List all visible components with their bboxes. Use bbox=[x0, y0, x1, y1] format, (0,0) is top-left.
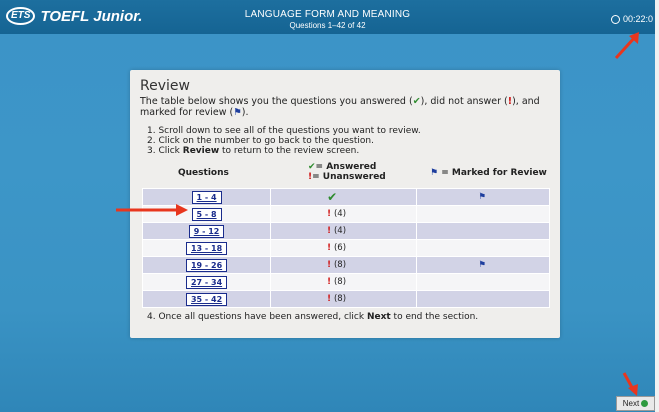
final-bold: Next bbox=[366, 312, 391, 322]
question-range-link[interactable]: 19 - 26 bbox=[185, 258, 228, 272]
marked-cell: ⚑ bbox=[415, 256, 550, 274]
status-cell: ! (8) bbox=[270, 290, 417, 308]
column-status: ✔= Answered != Unanswered bbox=[308, 162, 386, 182]
header-bar: ETS TOEFL Junior. LANGUAGE FORM AND MEAN… bbox=[0, 0, 655, 34]
question-range-link[interactable]: 5 - 8 bbox=[191, 207, 222, 221]
table-header: Questions ✔= Answered != Unanswered ⚑ = … bbox=[140, 162, 552, 184]
question-range-link[interactable]: 35 - 42 bbox=[185, 292, 228, 306]
timer-value: 00:22:0 bbox=[622, 14, 653, 24]
intro-text: The table below shows you the questions … bbox=[140, 96, 555, 118]
unanswered-count: (8) bbox=[333, 260, 347, 270]
unanswered-count: (4) bbox=[333, 209, 347, 219]
check-icon: ✔ bbox=[308, 162, 316, 172]
step-3-bold: Review bbox=[182, 146, 220, 156]
table-row: 35 - 42! (8) bbox=[141, 290, 550, 308]
section-title: LANGUAGE FORM AND MEANING bbox=[244, 9, 411, 20]
legend-marked: = Marked for Review bbox=[441, 168, 547, 178]
annotation-arrow-timer bbox=[614, 32, 639, 60]
next-label: Next bbox=[622, 399, 640, 408]
status-cell: ! (4) bbox=[270, 222, 417, 240]
exclamation-icon: ! bbox=[327, 260, 334, 270]
step-3-post: to return to the review screen. bbox=[219, 146, 360, 156]
question-range-link[interactable]: 9 - 12 bbox=[188, 224, 225, 238]
question-range-cell: 27 - 34 bbox=[141, 273, 272, 291]
column-questions: Questions bbox=[178, 168, 229, 178]
step-1: 1. Scroll down to see all of the questio… bbox=[147, 126, 421, 136]
exclamation-icon: ! bbox=[327, 277, 334, 287]
exclamation-icon: ! bbox=[327, 294, 334, 304]
intro-part-1: The table below shows you the questions … bbox=[140, 96, 413, 107]
exclamation-icon: ! bbox=[327, 226, 334, 236]
marked-cell bbox=[415, 239, 550, 257]
question-range-cell: 13 - 18 bbox=[141, 239, 272, 257]
table-row: 13 - 18! (6) bbox=[141, 239, 550, 257]
unanswered-count: (8) bbox=[333, 277, 347, 287]
panel-title: Review bbox=[140, 78, 190, 94]
status-cell: ! (6) bbox=[270, 239, 417, 257]
status-cell: ! (8) bbox=[270, 273, 417, 291]
final-instruction: 4. Once all questions have been answered… bbox=[147, 312, 478, 322]
status-cell: ✔ bbox=[270, 188, 417, 206]
marked-cell bbox=[415, 290, 550, 308]
annotation-arrow-next bbox=[622, 372, 638, 396]
exclamation-icon: ! bbox=[327, 243, 334, 253]
flag-icon: ⚑ bbox=[478, 260, 487, 270]
question-range-link[interactable]: 13 - 18 bbox=[185, 241, 228, 255]
marked-cell bbox=[415, 205, 550, 223]
column-marked: ⚑ = Marked for Review bbox=[430, 168, 547, 178]
step-2: 2. Click on the number to go back to the… bbox=[147, 136, 374, 146]
table-row: 9 - 12! (4) bbox=[141, 222, 550, 240]
status-cell: ! (4) bbox=[270, 205, 417, 223]
question-range-cell: 35 - 42 bbox=[141, 290, 272, 308]
legend-answered: = Answered bbox=[315, 162, 377, 172]
test-screen: ETS TOEFL Junior. LANGUAGE FORM AND MEAN… bbox=[0, 0, 655, 412]
table-row: 5 - 8! (4) bbox=[141, 205, 550, 223]
instructions-list: 1. Scroll down to see all of the questio… bbox=[147, 126, 421, 156]
review-table: 1 - 4 ✔ ⚑ 5 - 8! (4) 9 - 12! (4) 13 - 18! (6)… bbox=[141, 188, 550, 308]
next-button[interactable]: Next bbox=[616, 396, 655, 411]
table-row: 1 - 4 ✔ ⚑ bbox=[141, 188, 550, 206]
status-cell: ! (8) bbox=[270, 256, 417, 274]
marked-cell bbox=[415, 273, 550, 291]
check-icon: ✔ bbox=[412, 96, 421, 107]
question-range-link[interactable]: 27 - 34 bbox=[185, 275, 228, 289]
check-icon: ✔ bbox=[327, 190, 338, 204]
next-arrow-icon bbox=[641, 400, 649, 407]
final-pre: 4. Once all questions have been answered… bbox=[147, 312, 367, 322]
flag-icon: ⚑ bbox=[430, 168, 439, 178]
table-row: 27 - 34! (8) bbox=[141, 273, 550, 291]
flag-icon: ⚑ bbox=[478, 192, 487, 202]
table-row: 19 - 26! (8) ⚑ bbox=[141, 256, 550, 274]
unanswered-count: (6) bbox=[333, 243, 347, 253]
unanswered-count: (4) bbox=[333, 226, 347, 236]
intro-part-4: ). bbox=[241, 107, 249, 118]
legend-unanswered: = Unanswered bbox=[312, 172, 386, 182]
step-3-pre: 3. Click bbox=[147, 146, 183, 156]
exclamation-icon: ! bbox=[327, 209, 334, 219]
unanswered-count: (8) bbox=[333, 294, 347, 304]
final-post: to end the section. bbox=[390, 312, 479, 322]
annotation-arrow-row bbox=[116, 204, 188, 216]
intro-part-2: ), did not answer ( bbox=[420, 96, 508, 107]
marked-cell: ⚑ bbox=[415, 188, 550, 206]
question-progress: Questions 1–42 of 42 bbox=[289, 21, 366, 30]
review-panel: Review The table below shows you the que… bbox=[130, 70, 560, 338]
flag-icon: ⚑ bbox=[233, 107, 242, 118]
marked-cell bbox=[415, 222, 550, 240]
clock-icon bbox=[610, 14, 620, 24]
step-3: 3. Click Review to return to the review … bbox=[147, 146, 421, 156]
question-range-cell: 19 - 26 bbox=[141, 256, 272, 274]
timer[interactable]: 00:22:0 bbox=[610, 14, 653, 24]
question-range-link[interactable]: 1 - 4 bbox=[191, 190, 222, 204]
question-range-cell: 9 - 12 bbox=[141, 222, 272, 240]
